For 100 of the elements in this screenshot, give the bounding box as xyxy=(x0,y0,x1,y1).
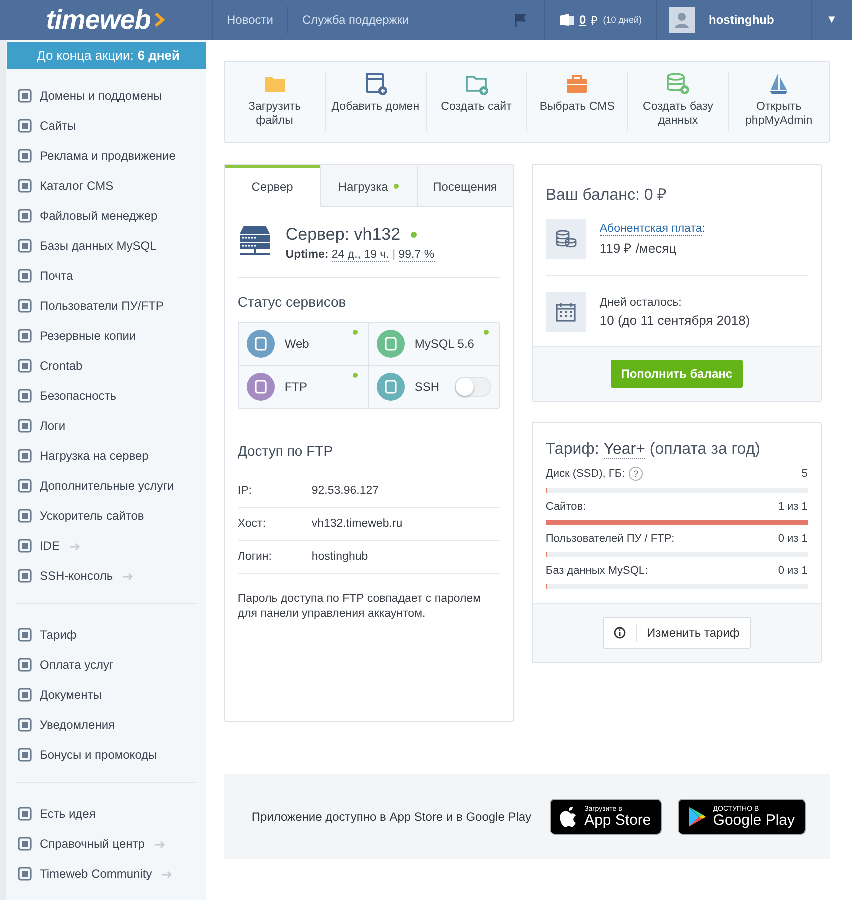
uptime-value[interactable]: 24 д., 19 ч. xyxy=(332,249,390,262)
square-icon xyxy=(18,718,32,732)
square-icon xyxy=(18,239,32,253)
square-icon xyxy=(18,658,32,672)
sidebar-item[interactable]: Базы данных MySQL xyxy=(40,239,157,253)
square-icon xyxy=(18,748,32,762)
nav-link[interactable]: Служба поддержки xyxy=(302,6,424,34)
balance-title: Ваш баланс: 0 ₽ xyxy=(546,186,668,205)
sidebar-item[interactable]: Оплата услуг xyxy=(40,658,114,672)
section-title: Статус сервисов xyxy=(238,294,348,310)
flag-icon[interactable] xyxy=(514,13,528,27)
tariff-label: Тариф: xyxy=(546,441,600,458)
toggle-switch[interactable] xyxy=(454,377,491,397)
ftp-note: Пароль доступа по FTP совпадает с паролем для панели управления аккаунтом. xyxy=(238,592,482,622)
days-value: 10 (до 11 сентября 2018) xyxy=(600,312,750,328)
sidebar-item[interactable]: Домены и поддомены xyxy=(40,89,162,103)
service-name: MySQL 5.6 xyxy=(414,337,474,351)
limit-label: Сайтов: xyxy=(546,501,586,513)
field-label: IP: xyxy=(238,485,253,497)
sidebar-item[interactable]: Уведомления xyxy=(40,718,116,732)
uptime-percent[interactable]: 99,7 % xyxy=(398,249,435,262)
square-icon xyxy=(18,389,32,403)
square-icon xyxy=(18,119,32,133)
service-name: SSH xyxy=(414,380,440,394)
sidebar-item[interactable]: Каталог CMS xyxy=(40,179,114,193)
server-icon xyxy=(238,225,272,257)
fee-link[interactable]: Абонентская плата xyxy=(600,223,702,236)
sidebar-item[interactable]: Бонусы и промокоды xyxy=(40,748,158,762)
sidebar-item[interactable]: Ускоритель сайтов xyxy=(40,509,144,523)
tab[interactable]: Нагрузка xyxy=(320,165,417,207)
nav-link[interactable]: Новости xyxy=(227,6,288,34)
field-label: Логин: xyxy=(238,551,273,563)
colon: : xyxy=(702,223,706,235)
limit-value: 5 xyxy=(802,468,808,480)
calendar-icon xyxy=(556,302,576,322)
sidebar-item[interactable]: Справочный центр xyxy=(40,837,145,851)
square-icon xyxy=(18,509,32,523)
sidebar-item[interactable]: Дополнительные услуги xyxy=(40,479,174,493)
days-left: (10 дней) xyxy=(603,15,642,25)
sidebar-item[interactable]: Документы xyxy=(40,688,102,702)
limit-value: 0 из 1 xyxy=(778,533,808,545)
sidebar-item[interactable]: Timeweb Community xyxy=(40,867,152,881)
database-icon xyxy=(665,72,692,96)
square-icon xyxy=(18,867,32,881)
sidebar-item[interactable]: Есть идея xyxy=(40,807,96,821)
sidebar-item[interactable]: Пользователи ПУ/FTP xyxy=(40,299,164,313)
sidebar-item[interactable]: Нагрузка на сервер xyxy=(40,449,149,463)
quick-action[interactable]: Выбрать CMS xyxy=(527,72,628,132)
square-icon xyxy=(18,837,32,851)
user-name[interactable]: hostinghub xyxy=(709,13,774,27)
tab[interactable]: Посещения xyxy=(416,165,513,207)
sidebar-item[interactable]: Тариф xyxy=(40,628,77,642)
sidebar-item[interactable]: Сайты xyxy=(40,119,76,133)
plan-link[interactable]: Year+ xyxy=(604,441,646,459)
sidebar-item[interactable]: Файловый менеджер xyxy=(40,209,158,223)
wallet-icon xyxy=(558,13,575,27)
sidebar-item[interactable]: Crontab xyxy=(40,359,83,373)
limit-value: 1 из 1 xyxy=(778,501,808,513)
avatar-icon[interactable] xyxy=(669,7,695,33)
sidebar-item[interactable]: Резервные копии xyxy=(40,329,136,343)
square-icon xyxy=(18,179,32,193)
balance-amount[interactable]: 0 xyxy=(580,13,586,27)
square-icon xyxy=(18,299,32,313)
limit-label: Пользователей ПУ / FTP: xyxy=(546,533,675,545)
sidebar-item[interactable]: SSH-консоль xyxy=(40,569,114,583)
days-label: Дней осталось: xyxy=(600,296,683,308)
field-value: hostinghub xyxy=(312,551,368,563)
sidebar-item[interactable]: Реклама и продвижение xyxy=(40,149,176,163)
sidebar-item[interactable]: Почта xyxy=(40,269,74,283)
play-triangle-icon xyxy=(687,806,708,828)
square-icon xyxy=(18,419,32,433)
quick-action[interactable]: Загрузить файлы xyxy=(224,72,326,132)
logo-wordmark[interactable]: timeweb xyxy=(46,4,151,36)
sidebar-item[interactable]: Логи xyxy=(40,419,66,433)
sidebar-item[interactable]: IDE xyxy=(40,539,60,553)
square-icon xyxy=(18,449,32,463)
square-icon xyxy=(18,269,32,283)
change-plan-button[interactable]: Изменить тариф xyxy=(603,617,751,649)
separator: | xyxy=(392,249,396,261)
currency-sign: ₽ xyxy=(591,12,598,28)
info-icon xyxy=(614,627,626,639)
square-icon xyxy=(18,329,32,343)
square-icon xyxy=(18,209,32,223)
square-icon xyxy=(18,688,32,702)
square-icon xyxy=(18,149,32,163)
square-icon xyxy=(18,539,32,553)
chevron-icon xyxy=(154,12,166,28)
square-icon xyxy=(18,807,32,821)
square-icon xyxy=(18,89,32,103)
quick-action[interactable]: Открыть phpMyAdmin xyxy=(729,72,830,132)
dropdown-caret[interactable]: ▼ xyxy=(826,14,838,26)
help-icon[interactable]: ? xyxy=(629,467,644,481)
limit-value: 0 из 1 xyxy=(778,565,808,577)
quick-action[interactable]: Создать сайт xyxy=(426,72,528,132)
quick-action[interactable]: Добавить домен xyxy=(326,72,427,132)
quick-action[interactable]: Создать базу данных xyxy=(628,72,730,132)
coins-icon xyxy=(554,230,577,248)
sidebar-item[interactable]: Безопасность xyxy=(40,389,117,403)
square-icon xyxy=(18,569,32,583)
fee-value: 119 ₽ /месяц xyxy=(600,240,678,257)
